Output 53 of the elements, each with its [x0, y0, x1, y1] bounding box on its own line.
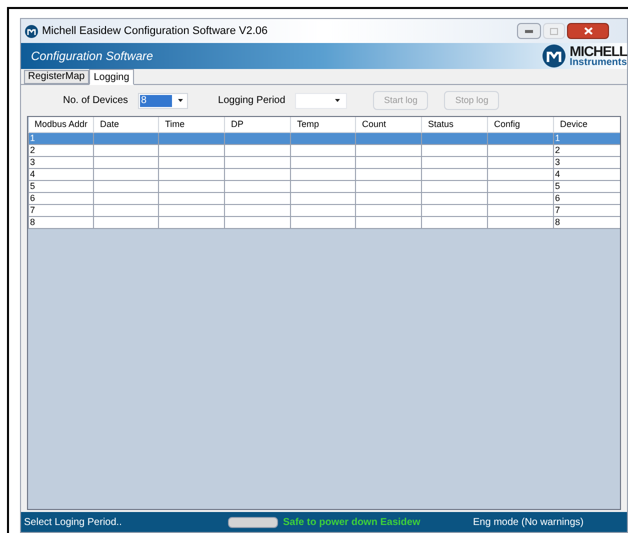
status-message: Select Loging Period..: [24, 516, 123, 530]
table-cell: 1: [30, 133, 36, 143]
table-row[interactable]: 8 8: [28, 216, 620, 228]
table-row[interactable]: 5 5: [28, 180, 620, 192]
tab[interactable]: RegisterMap: [24, 70, 89, 84]
table-cell: 7: [30, 205, 36, 215]
table-cell: 6: [555, 193, 560, 203]
table-cell: 3: [30, 157, 36, 167]
table-row[interactable]: 3 3: [28, 156, 620, 168]
column-header[interactable]: Date: [94, 117, 158, 132]
table-cell: 8: [555, 217, 560, 227]
table-cell: 8: [30, 217, 36, 227]
column-header[interactable]: Temp: [290, 117, 356, 132]
logo-name: MICHELL: [570, 44, 627, 58]
app-logo-icon: [25, 24, 38, 38]
michell-logo-icon: [542, 44, 566, 68]
column-header[interactable]: Config: [488, 117, 554, 132]
mode-message: Eng mode (No warnings): [473, 516, 584, 530]
column-header[interactable]: Modbus Addr: [28, 117, 94, 132]
table-cell: 5: [30, 181, 36, 191]
column-header[interactable]: Status: [422, 117, 488, 132]
column-header[interactable]: Time: [158, 117, 224, 132]
table-row[interactable]: 7 7: [28, 204, 620, 216]
dropdown-arrow-icon: [178, 99, 184, 102]
table-cell: 4: [555, 169, 560, 179]
devices-label: No. of Devices: [63, 94, 128, 108]
dropdown-arrow-icon: [335, 99, 340, 102]
devices-dropdown[interactable]: 8: [138, 92, 188, 108]
table-cell: 7: [555, 205, 560, 215]
table-cell: 4: [30, 169, 36, 179]
close-button[interactable]: [567, 23, 609, 39]
column-header[interactable]: DP: [224, 117, 290, 132]
table-row[interactable]: 6 6: [28, 192, 620, 204]
table-row[interactable]: 2 2: [28, 144, 620, 156]
table-cell: 2: [30, 145, 36, 155]
table-cell: 1: [555, 133, 560, 143]
column-header[interactable]: Device: [554, 117, 620, 132]
minimize-button[interactable]: [517, 23, 541, 39]
logo-subtitle: Instruments: [570, 58, 627, 68]
window-title: Michell Easidew Configuration Software V2.06: [42, 24, 268, 39]
minimize-icon: [525, 30, 533, 32]
table-cell: 2: [555, 145, 560, 155]
table-cell: 6: [30, 193, 36, 203]
table-cell: 5: [555, 181, 560, 191]
safe-message: Safe to power down Easidew: [283, 516, 422, 530]
banner-title: Configuration Software: [31, 48, 154, 65]
close-icon: [584, 27, 592, 35]
table-cell: 3: [555, 157, 560, 167]
period-label: Logging Period: [218, 94, 286, 108]
maximize-icon: [550, 28, 558, 34]
column-header[interactable]: Count: [356, 117, 422, 132]
table-row[interactable]: 4 4: [28, 168, 620, 180]
tab[interactable]: Logging: [88, 69, 134, 85]
